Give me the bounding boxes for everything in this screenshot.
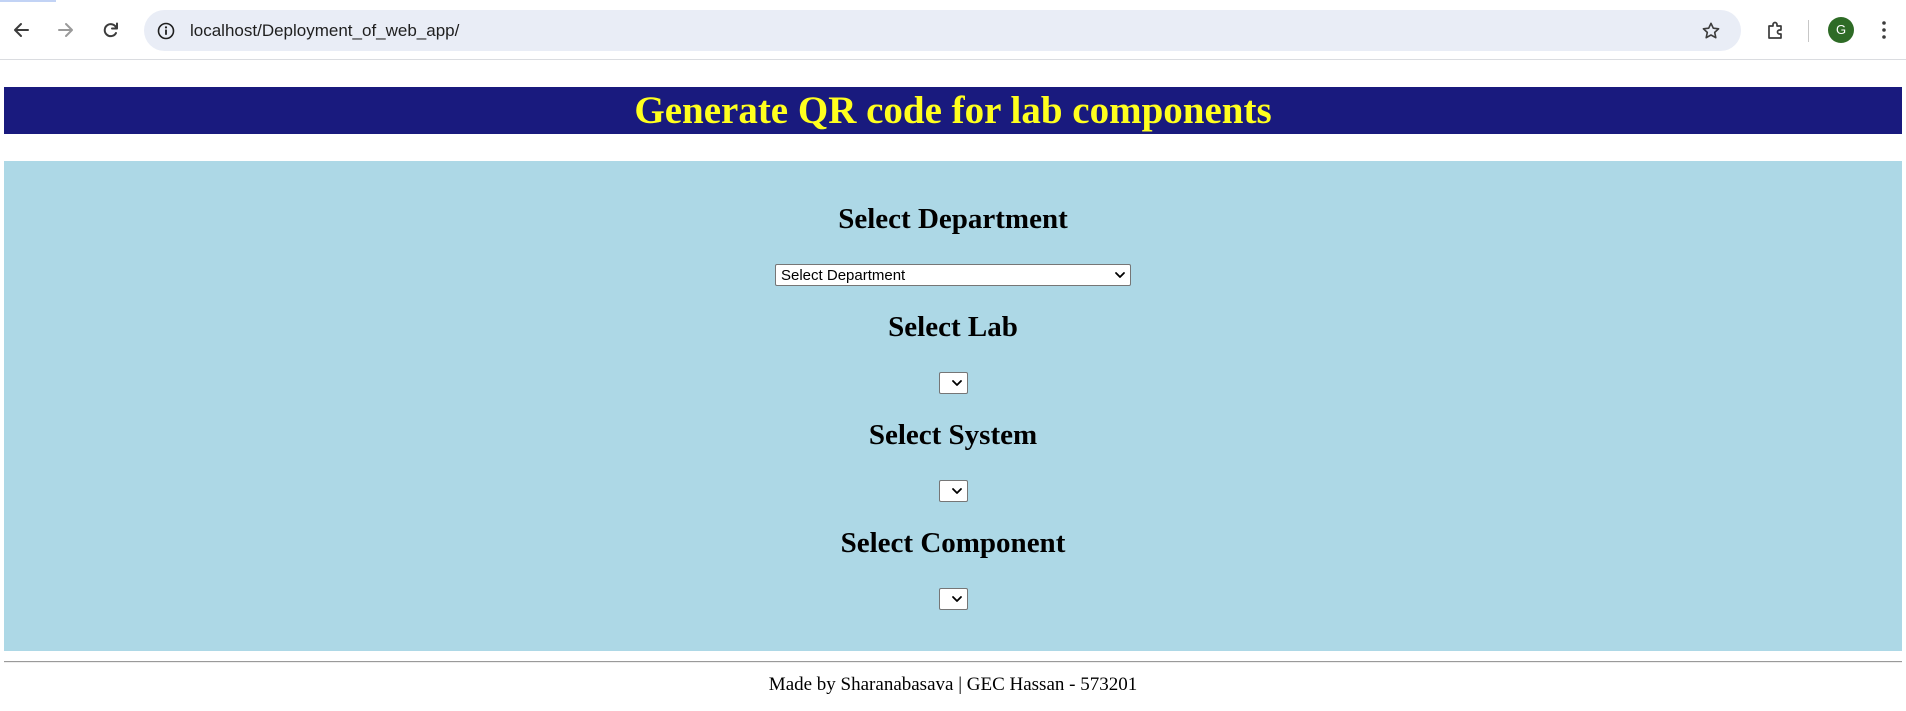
chevron-down-icon — [951, 380, 962, 386]
chevron-down-icon — [1115, 272, 1125, 278]
forward-button[interactable] — [50, 14, 82, 46]
reload-icon — [103, 22, 118, 38]
kebab-menu-icon — [1882, 21, 1886, 39]
component-select[interactable] — [938, 588, 968, 610]
bookmark-button[interactable] — [1699, 19, 1723, 43]
footer-divider — [4, 661, 1902, 663]
reload-button[interactable] — [95, 14, 127, 46]
site-info-button[interactable] — [154, 19, 178, 43]
chevron-down-icon — [951, 596, 962, 602]
system-select-wrap — [4, 480, 1902, 502]
browser-toolbar: localhost/Deployment_of_web_app/ G — [0, 0, 1906, 60]
department-heading: Select Department — [838, 203, 1068, 235]
tab-strip-indicator — [0, 0, 56, 2]
page-header-banner: Generate QR code for lab components — [4, 87, 1902, 134]
puzzle-icon — [1768, 21, 1782, 39]
url-text[interactable]: localhost/Deployment_of_web_app/ — [190, 10, 459, 51]
component-heading: Select Component — [840, 527, 1066, 559]
department-select-value: Select Department — [781, 266, 906, 284]
component-select-wrap — [4, 588, 1902, 610]
arrow-right-icon — [58, 23, 73, 37]
lab-heading: Select Lab — [888, 311, 1018, 343]
department-select-wrap: Select Department — [4, 264, 1902, 286]
selection-form: Select Department Select Department Sele… — [4, 161, 1902, 651]
footer-credit: Made by Sharanabasava | GEC Hassan - 573… — [768, 674, 1138, 695]
profile-avatar[interactable]: G — [1828, 17, 1854, 43]
chevron-down-icon — [951, 488, 962, 494]
back-button[interactable] — [5, 14, 37, 46]
page-title: Generate QR code for lab components — [634, 89, 1272, 132]
system-select[interactable] — [938, 480, 968, 502]
info-icon — [157, 22, 175, 40]
browser-menu-button[interactable] — [1872, 14, 1896, 46]
arrow-left-icon — [14, 23, 29, 37]
address-bar[interactable]: localhost/Deployment_of_web_app/ — [144, 10, 1741, 51]
system-heading: Select System — [868, 419, 1038, 451]
lab-select-wrap — [4, 372, 1902, 394]
lab-select[interactable] — [938, 372, 968, 394]
department-select[interactable]: Select Department — [775, 264, 1131, 286]
star-icon — [1702, 22, 1720, 39]
toolbar-divider — [1808, 20, 1809, 42]
extensions-button[interactable] — [1760, 14, 1792, 46]
